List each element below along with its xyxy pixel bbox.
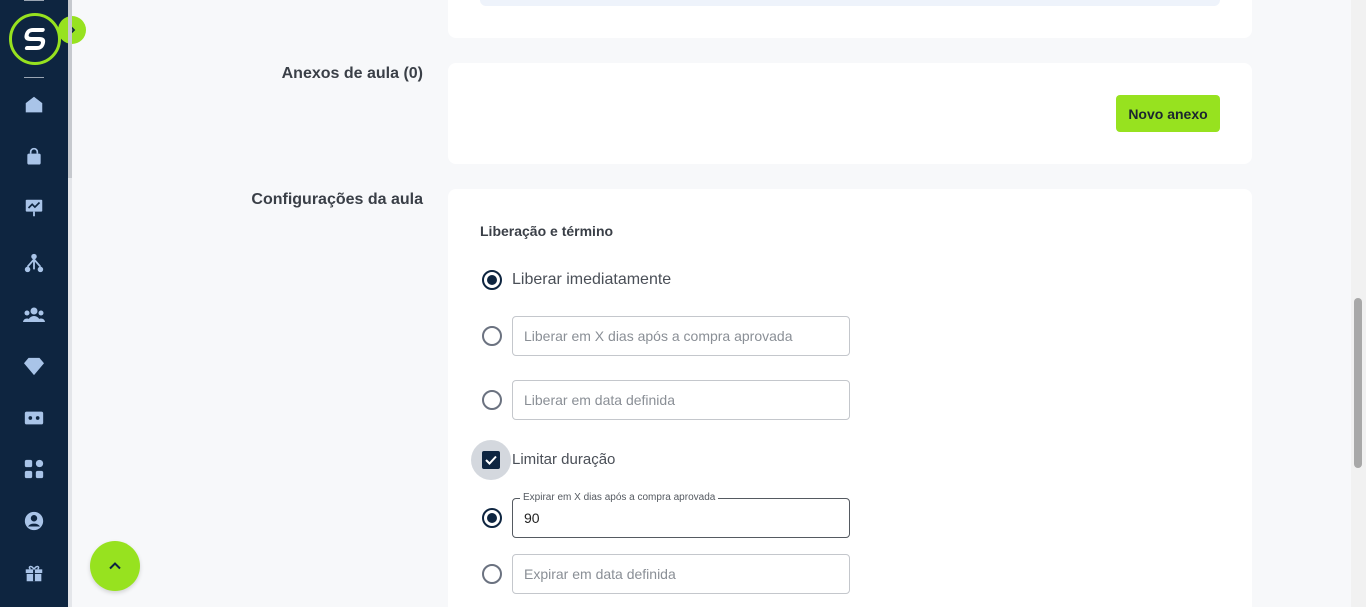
apps-icon[interactable] [22,457,46,481]
gift-icon[interactable] [22,561,46,585]
account-icon[interactable] [22,509,46,533]
sidebar [0,0,68,607]
shopping-bag-icon[interactable] [22,145,46,169]
network-icon[interactable] [22,251,46,275]
expire-days-floating-label: Expirar em X dias após a compra aprovada [520,492,719,503]
anexos-card: Novo anexo [448,63,1252,164]
scroll-to-top-button[interactable] [90,541,140,591]
release-days-radio[interactable] [482,326,502,346]
expire-date-radio[interactable] [482,564,502,584]
sidebar-scrollbar-thumb[interactable] [68,0,72,178]
page-scrollbar[interactable] [1351,0,1366,607]
expire-days-radio[interactable] [482,508,502,528]
limit-duration-checkbox[interactable] [482,451,500,469]
config-card: Liberação e término Liberar imediatament… [448,189,1252,607]
expire-date-input[interactable] [512,554,850,594]
expire-days-input[interactable] [512,498,850,538]
limit-duration-label: Limitar duração [512,451,616,468]
anexos-title: Anexos de aula (0) [281,65,423,82]
release-immediately-label: Liberar imediatamente [512,271,672,288]
logo-icon [24,28,46,50]
sidebar-divider [24,77,44,78]
page-scrollbar-thumb[interactable] [1354,298,1362,468]
release-date-input[interactable] [512,380,850,420]
checkmark-icon [485,455,497,465]
info-bar [480,0,1220,6]
sidebar-divider [24,0,44,1]
diamond-icon[interactable] [22,354,46,378]
expand-sidebar-button[interactable] [58,16,86,44]
config-title: Configurações da aula [251,191,423,208]
release-date-radio[interactable] [482,390,502,410]
ticket-icon[interactable] [22,406,46,430]
home-icon[interactable] [22,93,46,117]
release-subheading: Liberação e término [480,223,614,239]
release-immediately-radio[interactable] [482,270,502,290]
sidebar-scrollbar[interactable] [68,0,72,607]
app-logo[interactable] [9,13,61,65]
chevron-up-icon [109,562,121,570]
previous-section-card [448,0,1252,38]
release-days-input[interactable] [512,316,850,356]
presentation-chart-icon[interactable] [22,196,46,220]
new-attachment-button[interactable]: Novo anexo [1116,95,1220,132]
users-icon[interactable] [22,303,46,327]
